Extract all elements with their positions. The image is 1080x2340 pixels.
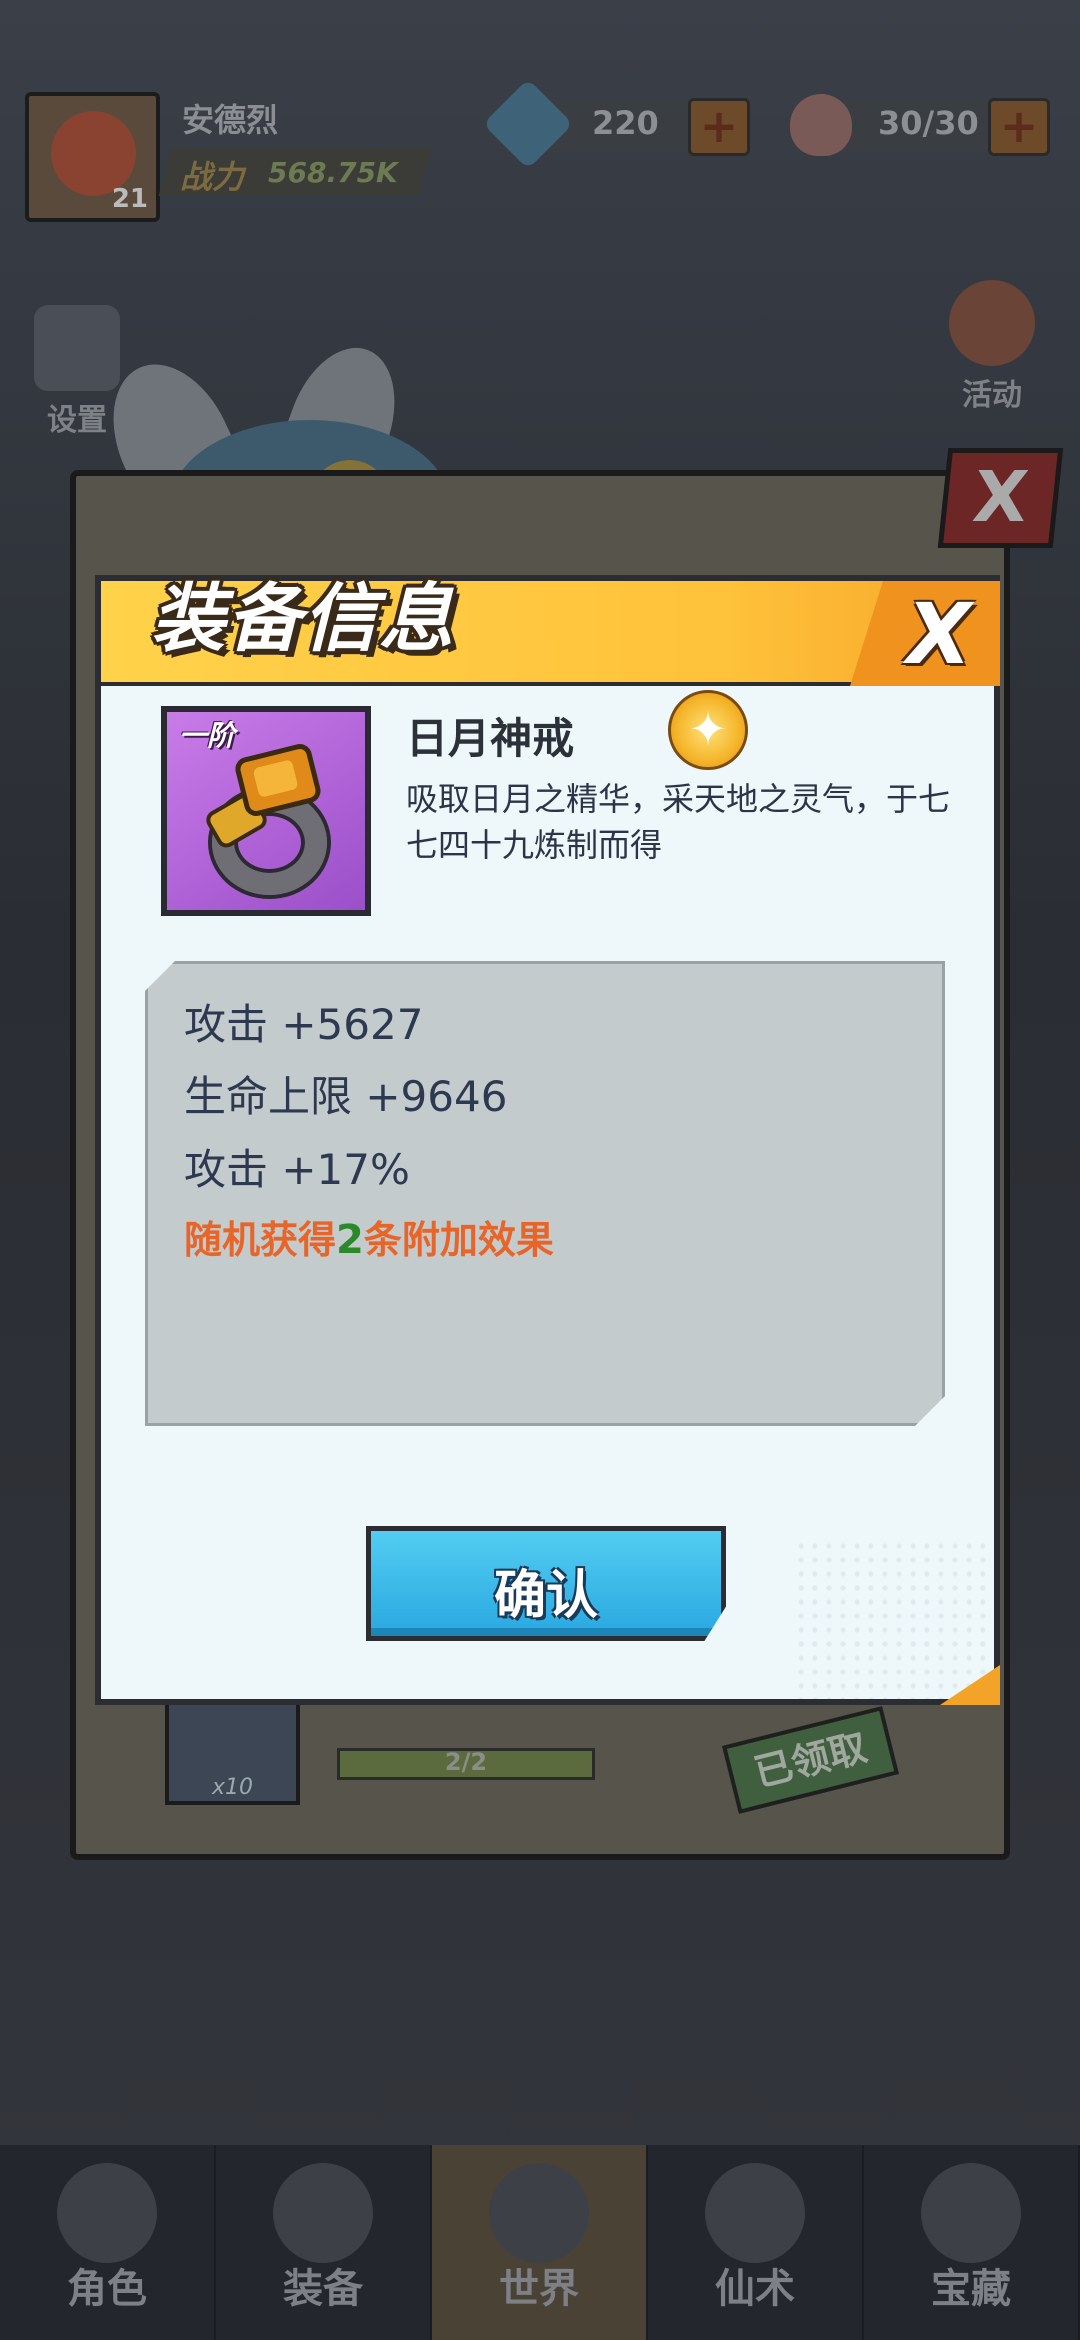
add-gems-button[interactable]: + [688, 98, 750, 156]
treasure-chest-icon [921, 2163, 1021, 2263]
player-level: 21 [111, 184, 148, 214]
power-label: 战力 [180, 158, 245, 196]
random-effect-count: 2 [336, 1217, 364, 1263]
gear-icon [34, 305, 120, 391]
random-effect-suffix: 条附加效果 [363, 1218, 554, 1262]
nav-treasure[interactable]: 宝藏 [864, 2145, 1080, 2340]
nav-magic[interactable]: 仙术 [648, 2145, 864, 2340]
character-icon [57, 2163, 157, 2263]
bottom-nav: 角色 装备 世界 仙术 宝藏 [0, 2145, 1080, 2340]
nav-world[interactable]: 世界 [432, 2145, 648, 2340]
add-energy-button[interactable]: + [988, 98, 1050, 156]
nav-label: 世界 [499, 2266, 579, 2312]
ring-gem-highlight [252, 759, 299, 798]
energy-count: 30/30 [878, 104, 979, 142]
corner-pattern [794, 1539, 994, 1699]
nav-label: 仙术 [715, 2266, 795, 2312]
item-name: 日月神戒 [406, 714, 575, 763]
player-name: 安德烈 [182, 101, 279, 139]
gate-icon [489, 2163, 589, 2263]
equipment-info-modal: 装备信息 X 一阶 日月神戒 ✦ 吸取日月之精华，采天地之灵气，于七七四十九炼制… [95, 575, 1000, 1705]
item-count: x10 [212, 1775, 254, 1800]
nav-label: 宝藏 [931, 2266, 1011, 2312]
random-effect-line: 随机获得2条附加效果 [184, 1209, 554, 1264]
top-bar: 21 安德烈 战力 568.75K 220 + 30/30 + [0, 70, 1080, 222]
gem-count: 220 [592, 104, 659, 142]
task-progress-text: 2/2 [444, 1748, 488, 1776]
sword-icon [273, 2163, 373, 2263]
confirm-label: 确认 [493, 1566, 598, 1626]
compass-star-icon: ✦ [668, 690, 748, 770]
confirm-button[interactable]: 确认 [366, 1526, 726, 1641]
activity-button[interactable]: 活动 [937, 280, 1047, 414]
power-value: 568.75K [268, 156, 398, 189]
modal-title: 装备信息 [151, 576, 455, 662]
peach-energy-icon [790, 94, 852, 156]
modal-header: 装备信息 X [101, 576, 1000, 686]
random-effect-prefix: 随机获得 [184, 1218, 337, 1262]
stat-max-hp: 生命上限 +9646 [184, 1072, 508, 1121]
player-avatar[interactable]: 21 [25, 92, 160, 222]
activity-label: 活动 [962, 378, 1022, 413]
stat-attack-percent: 攻击 +17% [184, 1145, 410, 1194]
magic-bowl-icon [705, 2163, 805, 2263]
close-button[interactable]: X [850, 581, 1000, 686]
item-icon-frame: 一阶 [161, 706, 371, 916]
stat-attack: 攻击 +5627 [184, 1000, 424, 1049]
nav-label: 装备 [283, 2266, 363, 2312]
nav-character[interactable]: 角色 [0, 2145, 216, 2340]
gem-icon [482, 78, 574, 170]
nav-equipment[interactable]: 装备 [216, 2145, 432, 2340]
nav-label: 角色 [67, 2266, 147, 2312]
item-tier-badge: 一阶 [179, 719, 236, 752]
item-description: 吸取日月之精华，采天地之灵气，于七七四十九炼制而得 [406, 780, 951, 864]
close-icon: X [906, 584, 972, 683]
background-panel-close-button[interactable]: X [937, 448, 1064, 548]
drum-icon [949, 280, 1035, 366]
